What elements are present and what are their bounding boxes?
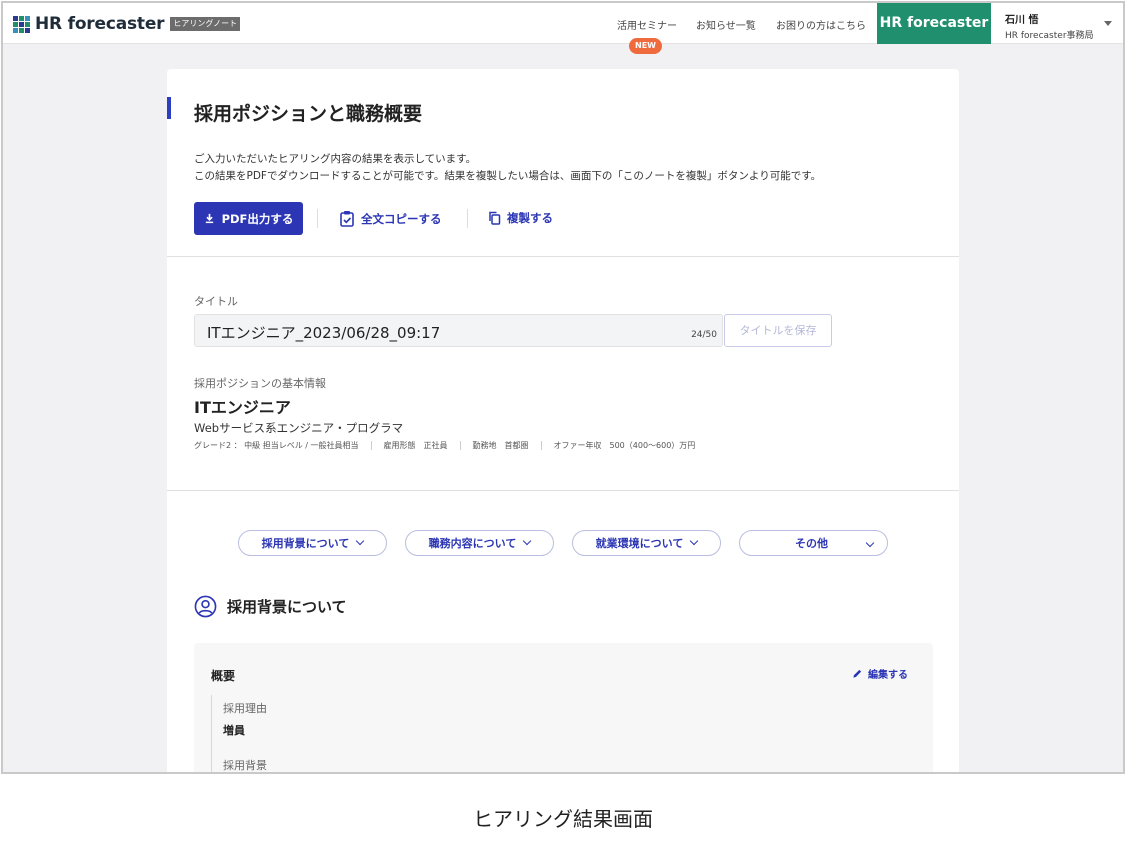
nav-seminar[interactable]: 活用セミナー (617, 17, 677, 32)
title-field-label: タイトル (194, 295, 238, 308)
tab-other[interactable]: その他 (739, 530, 888, 556)
meta-location: 勤務地 首都圏 (472, 441, 529, 450)
panel-rule (211, 695, 212, 772)
download-icon (205, 213, 213, 224)
section-title: 採用背景について (227, 598, 347, 616)
user-menu[interactable]: 石川 悟 HR forecaster事務局 (1005, 11, 1094, 41)
duplicate-label: 複製する (507, 211, 553, 225)
pdf-export-button[interactable]: PDF出力する (194, 202, 303, 235)
page-title: 採用ポジションと職務概要 (194, 103, 423, 125)
chevron-down-icon (690, 536, 699, 546)
meta-separator (540, 441, 542, 450)
clipboard-check-icon (340, 211, 354, 227)
chevron-down-icon (523, 536, 532, 546)
edit-button[interactable]: 編集する (852, 666, 908, 681)
field-label: 採用理由 (223, 702, 267, 715)
section-divider (167, 490, 959, 491)
divider (317, 209, 318, 228)
tab-background[interactable]: 採用背景について (238, 530, 387, 556)
title-char-counter: 24/50 (691, 330, 717, 340)
meta-employment: 雇用形態 正社員 (383, 441, 448, 450)
logo-badge: ヒアリングノート (170, 17, 241, 31)
divider (467, 209, 468, 228)
screen-caption: ヒアリング結果画面 (473, 807, 653, 831)
description-line-2: この結果をPDFでダウンロードすることが可能です。結果を複製したい場合は、画面下… (194, 170, 822, 182)
position-meta: グレード2 ： 中級 担当レベル / 一般社員相当 雇用形態 正社員 勤務地 首… (194, 440, 695, 451)
main-card: 採用ポジションと職務概要 ご入力いただいたヒアリング内容の結果を表示しています。… (167, 69, 959, 772)
logo-text: HR forecaster (35, 14, 165, 34)
nav-help[interactable]: お困りの方はこちら (776, 17, 866, 32)
tab-label: 職務内容について (428, 537, 517, 550)
user-circle-icon (194, 595, 217, 618)
description-line-1: ご入力いただいたヒアリング内容の結果を表示しています。 (194, 153, 477, 165)
new-badge: NEW (629, 38, 662, 54)
meta-grade: グレード2 ： 中級 担当レベル / 一般社員相当 (194, 441, 359, 450)
pdf-export-label: PDF出力する (221, 211, 294, 226)
field-label: 採用背景 (223, 759, 267, 772)
position-subtitle: Webサービス系エンジニア・プログラマ (194, 421, 404, 435)
tab-label: 採用背景について (261, 537, 350, 550)
section-header: 採用背景について (194, 595, 347, 618)
meta-separator (459, 441, 461, 450)
title-accent-bar (167, 97, 171, 119)
overview-panel: 概要 編集する 採用理由 増員 採用背景 (194, 643, 933, 772)
position-section-label: 採用ポジションの基本情報 (194, 377, 326, 390)
app-logo[interactable]: HR forecaster ヒアリングノート (13, 14, 241, 34)
nav-news[interactable]: お知らせ一覧 (696, 17, 756, 32)
chevron-down-icon (356, 536, 365, 546)
chevron-down-icon (865, 538, 875, 548)
copy-all-button[interactable]: 全文コピーする (339, 210, 442, 227)
pencil-icon (853, 669, 862, 678)
user-org: HR forecaster事務局 (1005, 31, 1094, 41)
section-divider (167, 256, 959, 257)
hr-forecaster-button[interactable]: HR forecaster (877, 3, 991, 44)
user-name: 石川 悟 (1005, 15, 1039, 26)
duplicate-button[interactable]: 複製する (488, 210, 553, 226)
tab-label: その他 (795, 537, 828, 550)
tab-label: 就業環境について (595, 537, 684, 550)
logo-grid-icon (13, 15, 30, 33)
position-title: ITエンジニア (194, 398, 291, 417)
meta-separator (370, 441, 372, 450)
tab-duties[interactable]: 職務内容について (405, 530, 554, 556)
meta-salary: オファー年収 500（400〜600）万円 (553, 441, 696, 450)
copy-all-label: 全文コピーする (361, 211, 442, 226)
title-input[interactable]: ITエンジニア_2023/06/28_09:17 24/50 (194, 314, 723, 347)
tab-environment[interactable]: 就業環境について (572, 530, 721, 556)
caret-down-icon[interactable] (1104, 21, 1112, 26)
edit-label: 編集する (868, 670, 908, 681)
title-input-value: ITエンジニア_2023/06/28_09:17 (207, 324, 441, 342)
top-header: HR forecaster ヒアリングノート 活用セミナー お知らせ一覧 お困り… (3, 3, 1123, 44)
field-value: 増員 (223, 724, 245, 737)
panel-title: 概要 (211, 669, 236, 683)
copy-icon (489, 211, 501, 225)
browser-frame: HR forecaster ヒアリングノート 活用セミナー お知らせ一覧 お困り… (1, 1, 1125, 774)
save-title-button[interactable]: タイトルを保存 (724, 314, 832, 347)
